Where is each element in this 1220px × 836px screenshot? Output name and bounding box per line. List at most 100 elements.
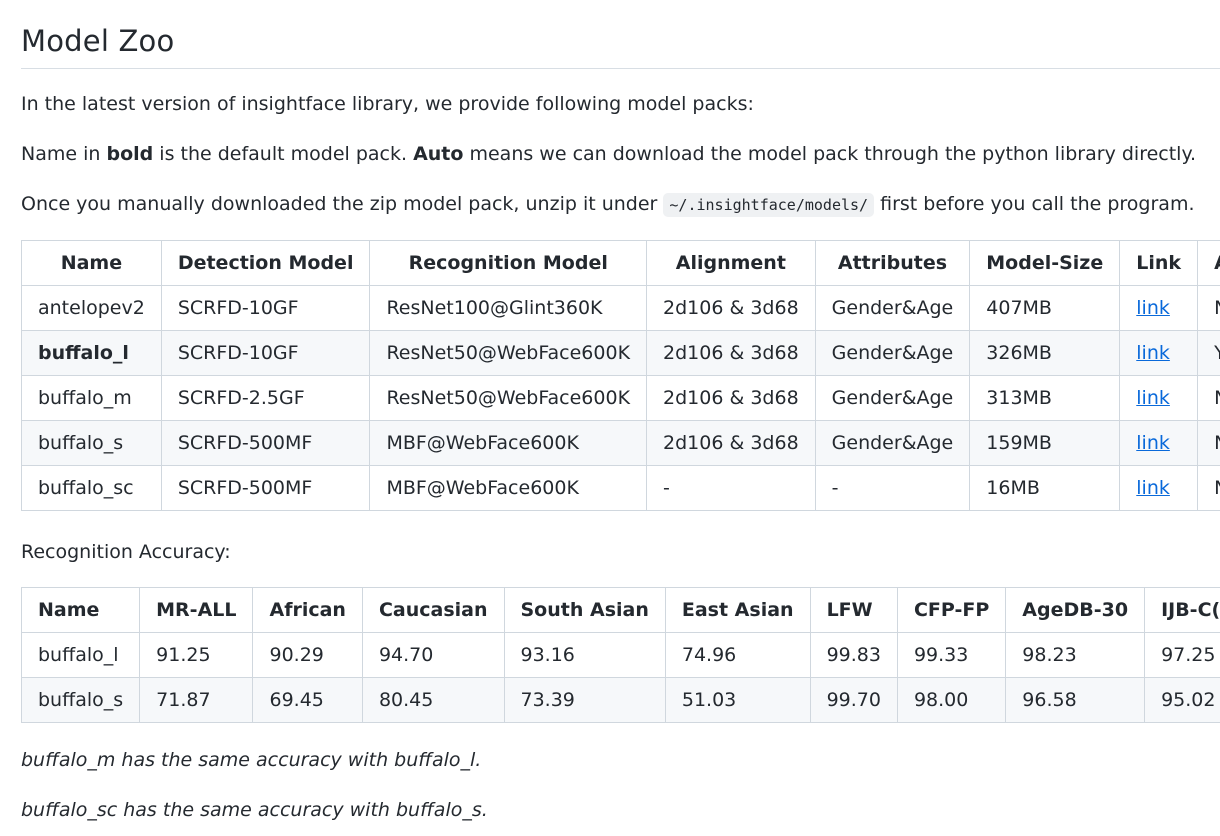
detection-model: SCRFD-2.5GF — [160, 375, 371, 421]
unzip-prefix: Once you manually downloaded the zip mod… — [21, 193, 664, 215]
attributes: Gender&Age — [814, 375, 971, 421]
recognition-model: MBF@WebFace600K — [369, 465, 648, 511]
pack-name: buffalo_m — [21, 375, 162, 421]
african-value: 90.29 — [252, 632, 363, 678]
header-cfp-fp: CFP-FP — [896, 587, 1007, 633]
header-recognition-model: Recognition Model — [369, 240, 648, 286]
unzip-suffix: first before you call the program. — [874, 193, 1195, 215]
link-cell: link — [1119, 375, 1199, 421]
download-link[interactable]: link — [1136, 387, 1170, 409]
accuracy-label: Recognition Accuracy: — [21, 541, 231, 563]
legend-prefix: Name in — [21, 143, 107, 165]
detection-model: SCRFD-10GF — [160, 285, 371, 331]
download-link[interactable]: link — [1136, 477, 1170, 499]
legend-bold-word: bold — [106, 143, 154, 165]
auto-flag: N — [1197, 465, 1220, 511]
legend-auto-word: Auto — [413, 143, 464, 165]
alignment: 2d106 & 3d68 — [646, 420, 816, 466]
header-detection-model: Detection Model — [160, 240, 371, 286]
link-cell: link — [1119, 285, 1199, 331]
alignment: 2d106 & 3d68 — [646, 285, 816, 331]
header-auto: Auto — [1197, 240, 1220, 286]
header-name: Name — [20, 587, 141, 633]
header-lfw: LFW — [809, 587, 898, 633]
lfw-value: 99.83 — [809, 632, 898, 678]
pack-name: buffalo_l — [20, 632, 141, 678]
readme-section: Model Zoo In the latest version of insig… — [20, 0, 1220, 821]
download-link[interactable]: link — [1136, 342, 1170, 364]
recognition-model: MBF@WebFace600K — [369, 420, 648, 466]
ijb-c-value: 95.02 — [1144, 677, 1220, 723]
table-row: buffalo_m SCRFD-2.5GF ResNet50@WebFace60… — [21, 375, 1220, 421]
attributes: Gender&Age — [814, 285, 971, 331]
download-link[interactable]: link — [1136, 432, 1170, 454]
accuracy-table: Name MR-ALL African Caucasian South Asia… — [20, 587, 1220, 723]
caucasian-value: 94.70 — [361, 632, 505, 678]
section-heading: Model Zoo — [21, 0, 1220, 69]
pack-name: antelopev2 — [21, 285, 162, 331]
packs-header-row: Name Detection Model Recognition Model A… — [21, 240, 1220, 286]
accuracy-note-buffalo-m: buffalo_m has the same accuracy with buf… — [21, 749, 482, 771]
attributes: - — [814, 465, 971, 511]
accuracy-header-row: Name MR-ALL African Caucasian South Asia… — [20, 587, 1220, 633]
alignment: - — [646, 465, 816, 511]
alignment: 2d106 & 3d68 — [646, 375, 816, 421]
ijb-c-value: 97.25 — [1144, 632, 1220, 678]
attributes: Gender&Age — [814, 420, 971, 466]
east-asian-value: 51.03 — [664, 677, 811, 723]
table-row: buffalo_l SCRFD-10GF ResNet50@WebFace600… — [21, 330, 1220, 376]
auto-flag: N — [1197, 375, 1220, 421]
header-caucasian: Caucasian — [361, 587, 505, 633]
south-asian-value: 73.39 — [503, 677, 666, 723]
header-african: African — [252, 587, 363, 633]
unzip-paragraph: Once you manually downloaded the zip mod… — [21, 192, 1195, 217]
pack-name: buffalo_sc — [21, 465, 162, 511]
mr-all-value: 91.25 — [139, 632, 254, 678]
header-south-asian: South Asian — [503, 587, 666, 633]
east-asian-value: 74.96 — [664, 632, 811, 678]
link-cell: link — [1119, 420, 1199, 466]
pack-name: buffalo_s — [21, 420, 162, 466]
model-size: 326MB — [969, 330, 1121, 376]
link-cell: link — [1119, 330, 1199, 376]
table-row: buffalo_l 91.25 90.29 94.70 93.16 74.96 … — [20, 632, 1220, 678]
auto-flag: N — [1197, 285, 1220, 331]
model-size: 159MB — [969, 420, 1121, 466]
table-row: antelopev2 SCRFD-10GF ResNet100@Glint360… — [21, 285, 1220, 331]
header-link: Link — [1119, 240, 1199, 286]
cfp-fp-value: 98.00 — [896, 677, 1007, 723]
model-size: 313MB — [969, 375, 1121, 421]
table-row: buffalo_s 71.87 69.45 80.45 73.39 51.03 … — [20, 677, 1220, 723]
mr-all-value: 71.87 — [139, 677, 254, 723]
models-path-code: ~/.insightface/models/ — [663, 193, 875, 217]
agedb-30-value: 96.58 — [1005, 677, 1146, 723]
link-cell: link — [1119, 465, 1199, 511]
header-agedb-30: AgeDB-30 — [1005, 587, 1146, 633]
legend-paragraph: Name in bold is the default model pack. … — [21, 142, 1196, 166]
table-row: buffalo_s SCRFD-500MF MBF@WebFace600K 2d… — [21, 420, 1220, 466]
header-ijb-c: IJB-C(E4) — [1144, 587, 1220, 633]
pack-name: buffalo_s — [20, 677, 141, 723]
model-size: 16MB — [969, 465, 1121, 511]
agedb-30-value: 98.23 — [1005, 632, 1146, 678]
caucasian-value: 80.45 — [361, 677, 505, 723]
model-packs-table: Name Detection Model Recognition Model A… — [21, 240, 1220, 511]
header-mr-all: MR-ALL — [139, 587, 254, 633]
header-model-size: Model-Size — [969, 240, 1121, 286]
header-east-asian: East Asian — [664, 587, 811, 633]
header-alignment: Alignment — [646, 240, 816, 286]
recognition-model: ResNet50@WebFace600K — [369, 330, 648, 376]
model-size: 407MB — [969, 285, 1121, 331]
lfw-value: 99.70 — [809, 677, 898, 723]
pack-name: buffalo_l — [21, 330, 162, 376]
recognition-model: ResNet100@Glint360K — [369, 285, 648, 331]
african-value: 69.45 — [252, 677, 363, 723]
auto-flag: Y — [1197, 330, 1220, 376]
intro-paragraph: In the latest version of insightface lib… — [21, 93, 754, 115]
attributes: Gender&Age — [814, 330, 971, 376]
table-row: buffalo_sc SCRFD-500MF MBF@WebFace600K -… — [21, 465, 1220, 511]
header-attributes: Attributes — [814, 240, 971, 286]
download-link[interactable]: link — [1136, 297, 1170, 319]
legend-suffix: means we can download the model pack thr… — [463, 143, 1197, 165]
recognition-model: ResNet50@WebFace600K — [369, 375, 648, 421]
